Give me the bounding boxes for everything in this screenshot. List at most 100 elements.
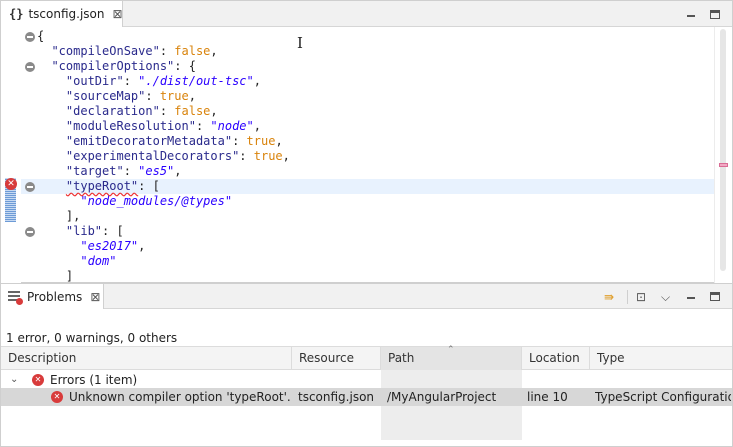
fold-toggle-icon[interactable] (25, 62, 35, 72)
editor-scroll-thumb[interactable] (720, 29, 726, 271)
code-line[interactable]: "sourceMap": true, (21, 89, 714, 104)
code-line-text: "dom" (37, 254, 116, 269)
text-cursor-icon: I (297, 34, 303, 52)
errors-group-row[interactable]: ⌄ ✕ Errors (1 item) (1, 371, 732, 389)
code-line[interactable]: "target": "es5", (21, 164, 714, 179)
code-line-text: "experimentalDecorators": true, (37, 149, 290, 164)
code-token: , (138, 239, 146, 253)
chevron-down-icon[interactable]: ⌄ (10, 371, 18, 389)
error-icon: ✕ (32, 374, 44, 386)
code-token: "outDir" (37, 74, 124, 88)
maximize-icon (710, 291, 720, 301)
toolbar-separator (627, 290, 628, 304)
code-line[interactable]: "dom" (21, 254, 714, 269)
json-file-icon: {} (9, 7, 24, 21)
error-icon[interactable]: ✕ (5, 178, 17, 190)
code-token: true (159, 89, 189, 103)
column-header-type[interactable]: Type (590, 347, 732, 370)
code-line[interactable]: "compilerOptions": { (21, 59, 714, 74)
maximize-problems-button[interactable] (708, 289, 722, 303)
code-line[interactable]: { (21, 29, 714, 44)
error-overview-marker[interactable] (719, 163, 728, 167)
problems-pane: Problems ⊠ ⇛ ⊡ ⌵ 1 error, 0 warnings, 0 … (0, 283, 733, 447)
code-area[interactable]: { "compileOnSave": false, "compilerOptio… (21, 27, 714, 283)
code-token: "emitDecoratorMetadata" (37, 134, 233, 148)
code-line[interactable]: "compileOnSave": false, (21, 44, 714, 59)
column-header-path[interactable]: Path ⌃ (381, 345, 522, 370)
minimize-icon (687, 297, 695, 299)
code-line-text: "emitDecoratorMetadata": true, (37, 134, 283, 149)
fold-toggle-icon[interactable] (25, 227, 35, 237)
minimize-problems-button[interactable] (684, 289, 698, 303)
code-token: "es2017" (37, 239, 139, 253)
code-line-text: "compileOnSave": false, (37, 44, 217, 59)
code-token: "compileOnSave" (37, 44, 160, 58)
code-token: "target" (37, 164, 124, 178)
problem-resource: tsconfig.json (298, 390, 375, 404)
code-token: { (37, 29, 45, 43)
code-line[interactable]: ] (21, 269, 714, 283)
code-line[interactable]: ], (21, 209, 714, 224)
code-line-text: "declaration": false, (37, 104, 218, 119)
problem-type: TypeScript Configuration (595, 390, 731, 404)
table-row[interactable]: ✕ Unknown compiler option 'typeRoot'. ts… (1, 388, 732, 406)
view-menu-chevron-down-icon[interactable]: ⌵ (661, 289, 670, 305)
column-header-location[interactable]: Location (522, 347, 590, 370)
code-line-text: "compilerOptions": { (37, 59, 196, 74)
code-token: ], (37, 209, 81, 223)
code-token: , (282, 149, 290, 163)
fold-toggle-icon[interactable] (25, 32, 35, 42)
maximize-icon (710, 9, 720, 19)
minimize-editor-button[interactable] (684, 7, 698, 21)
problems-view-icon (8, 290, 23, 305)
code-line[interactable]: "experimentalDecorators": true, (21, 149, 714, 164)
problems-summary: 1 error, 0 warnings, 0 others (6, 331, 178, 345)
code-line[interactable]: "typeRoot": [ (21, 179, 714, 194)
code-token: : (123, 74, 139, 88)
code-token: , (210, 104, 218, 118)
code-token: : (195, 119, 211, 133)
code-line[interactable]: "emitDecoratorMetadata": true, (21, 134, 714, 149)
code-token: : (159, 44, 175, 58)
editor-tab-tsconfig[interactable]: {} tsconfig.json ⊠ (1, 1, 123, 27)
code-token: : (145, 89, 160, 103)
maximize-editor-button[interactable] (708, 7, 722, 21)
fold-toggle-icon[interactable] (25, 182, 35, 192)
code-line[interactable]: "declaration": false, (21, 104, 714, 119)
editor-tab-bar: {} tsconfig.json ⊠ (1, 1, 732, 27)
code-line[interactable]: "lib": [ (21, 224, 714, 239)
code-token: "es5" (138, 164, 175, 178)
code-line-text: "sourceMap": true, (37, 89, 196, 104)
code-line[interactable]: "node_modules/@types" (21, 194, 714, 209)
code-line-text: "moduleResolution": "node", (37, 119, 261, 134)
code-token: : (232, 134, 247, 148)
errors-group-label: Errors (1 item) (50, 373, 138, 387)
code-line-text: "lib": [ (37, 224, 124, 239)
problems-tab[interactable]: Problems ⊠ (1, 284, 104, 309)
code-line-text: { (37, 29, 44, 44)
column-header-description[interactable]: Description (1, 347, 292, 370)
focus-on-selection-icon[interactable]: ⊡ (636, 289, 646, 305)
editor-scrollbar[interactable] (714, 27, 732, 283)
quick-fix-icon[interactable]: ⇛ (604, 289, 614, 305)
editor-tab-label: tsconfig.json (28, 7, 105, 21)
code-token: : (159, 104, 175, 118)
column-header-resource[interactable]: Resource (292, 347, 381, 370)
code-line[interactable]: "es2017", (21, 239, 714, 254)
code-line-text: "outDir": "./dist/out-tsc", (37, 74, 261, 89)
code-line-text: ], (37, 209, 80, 224)
code-line[interactable]: "outDir": "./dist/out-tsc", (21, 74, 714, 89)
code-line[interactable]: "moduleResolution": "node", (21, 119, 714, 134)
code-token: , (174, 164, 182, 178)
code-token: true (253, 149, 283, 163)
code-token: false (174, 104, 211, 118)
code-token: "lib" (37, 224, 103, 238)
code-token: "moduleResolution" (37, 119, 196, 133)
code-token: : [ (138, 179, 160, 193)
code-token: "node_modules/@types" (37, 194, 233, 208)
error-icon: ✕ (51, 391, 63, 403)
close-tab-icon[interactable]: ⊠ (112, 7, 122, 21)
sort-ascending-icon: ⌃ (447, 345, 455, 355)
close-problems-icon[interactable]: ⊠ (90, 290, 100, 304)
